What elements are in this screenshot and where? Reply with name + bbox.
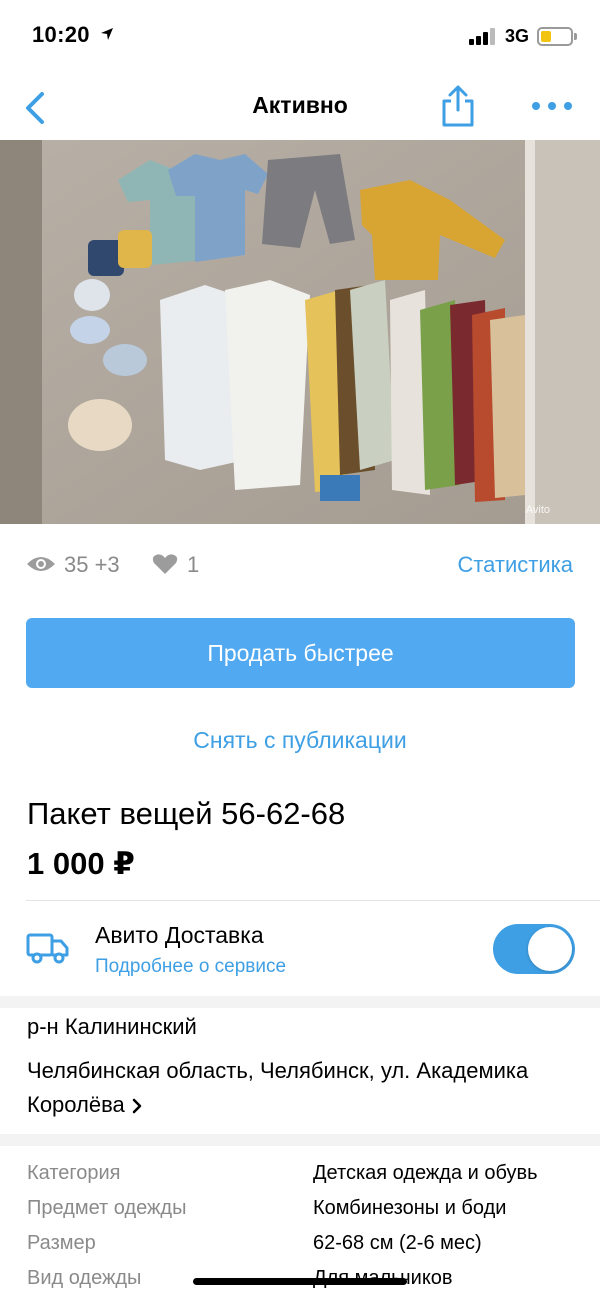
- address-text: Челябинская область, Челябинск, ул. Акад…: [27, 1058, 529, 1117]
- param-row: Предмет одежды Комбинезоны и боди: [0, 1197, 600, 1232]
- delivery-title: Авито Доставка: [95, 922, 264, 948]
- status-time: 10:20: [32, 22, 90, 47]
- more-icon[interactable]: [530, 100, 574, 112]
- signal-icon: [469, 28, 495, 45]
- param-key: Размер: [27, 1232, 96, 1254]
- delivery-toggle[interactable]: [493, 924, 575, 974]
- statistics-link[interactable]: Статистика: [457, 552, 573, 578]
- eye-icon: [27, 557, 55, 571]
- section-separator: [0, 996, 600, 1008]
- battery-cap: [574, 33, 577, 40]
- battery-icon: [537, 27, 573, 46]
- param-row: Категория Детская одежда и обувь: [0, 1162, 600, 1197]
- listing-price: 1 000 ₽: [27, 846, 135, 881]
- param-value: Комбинезоны и боди: [313, 1197, 507, 1219]
- param-value: 62-68 см (2-6 мес): [313, 1232, 482, 1254]
- status-bar: 10:20 3G: [0, 0, 600, 74]
- address-link[interactable]: Челябинская область, Челябинск, ул. Акад…: [27, 1054, 547, 1122]
- toggle-knob: [528, 927, 572, 971]
- nav-bar: Активно: [0, 74, 600, 140]
- page-title: Активно: [252, 92, 348, 118]
- home-indicator[interactable]: [193, 1278, 407, 1285]
- param-key: Категория: [27, 1162, 121, 1184]
- delivery-info-link[interactable]: Подробнее о сервисе: [95, 956, 286, 978]
- delivery-section: Авито Доставка Подробнее о сервисе: [0, 902, 600, 996]
- param-key: Предмет одежды: [27, 1197, 187, 1219]
- likes-count: 1: [187, 552, 200, 577]
- unpublish-link[interactable]: Снять с публикации: [0, 727, 600, 754]
- param-key: Вид одежды: [27, 1267, 142, 1289]
- location-arrow-icon: [101, 28, 113, 40]
- truck-icon: [26, 933, 69, 964]
- divider: [26, 900, 600, 901]
- views-count: 35 +3: [64, 552, 120, 577]
- photo-watermark: Avito: [525, 504, 550, 516]
- share-icon[interactable]: [438, 84, 478, 128]
- photo-illustration: [0, 140, 600, 524]
- heart-icon: [152, 554, 178, 574]
- network-type: 3G: [505, 26, 530, 46]
- chevron-right-icon: [132, 1098, 142, 1114]
- district: р-н Калининский: [27, 1014, 197, 1039]
- stats-row: 35 +3 1 Статистика: [0, 545, 600, 585]
- sell-faster-button[interactable]: Продать быстрее: [26, 618, 575, 688]
- param-row: Размер 62-68 см (2-6 мес): [0, 1232, 600, 1267]
- listing-photo[interactable]: Avito: [0, 140, 600, 524]
- param-value: Детская одежда и обувь: [313, 1162, 538, 1184]
- section-separator: [0, 1134, 600, 1146]
- listing-title: Пакет вещей 56-62-68: [27, 796, 346, 831]
